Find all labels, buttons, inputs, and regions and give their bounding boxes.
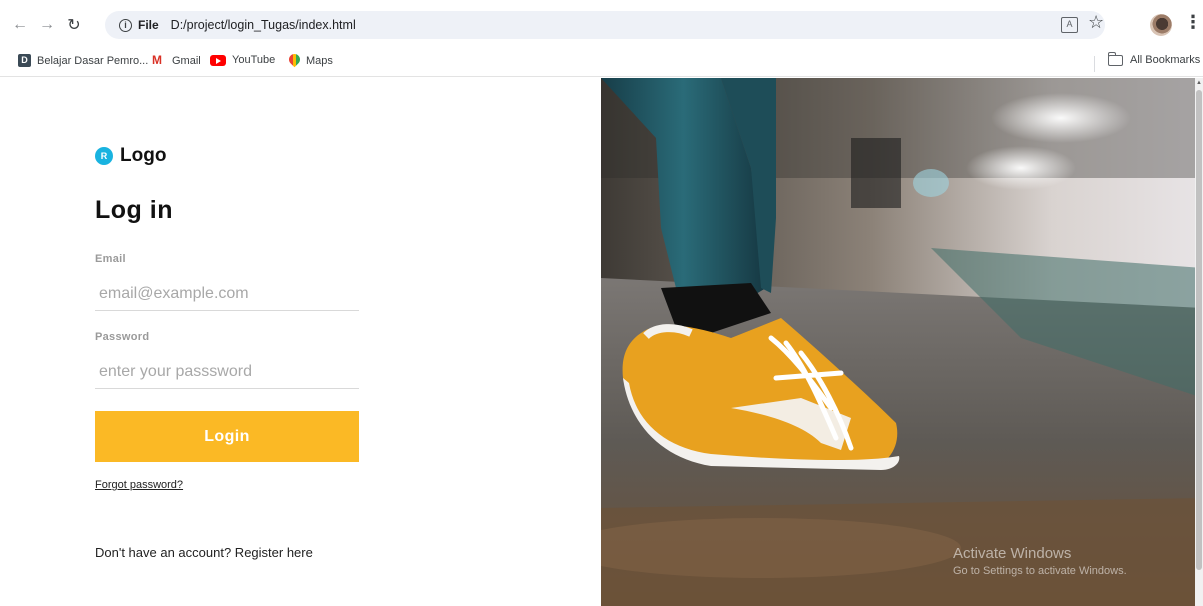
password-field[interactable] (95, 355, 359, 389)
logo-text: Logo (120, 145, 167, 166)
scroll-up-icon[interactable]: ▲ (1196, 80, 1202, 86)
back-arrow-icon[interactable]: ← (7, 12, 33, 38)
youtube-icon (210, 54, 226, 66)
email-label: Email (95, 253, 126, 265)
watermark-subtitle: Go to Settings to activate Windows. (953, 565, 1127, 577)
page-scrollbar[interactable]: ▲ (1195, 78, 1203, 606)
scroll-thumb[interactable] (1196, 90, 1202, 570)
address-bar[interactable]: i File D:/project/login_Tugas/index.html (105, 11, 1105, 39)
watermark-title: Activate Windows (953, 545, 1072, 562)
register-link[interactable]: Don't have an account? Register here (95, 545, 313, 560)
login-button[interactable]: Login (95, 411, 359, 462)
activation-watermark: Activate Windows Go to Settings to activ… (953, 545, 1127, 577)
password-label: Password (95, 331, 150, 343)
bookmarks-divider (1094, 56, 1095, 72)
email-field[interactable] (95, 277, 359, 311)
kebab-menu-icon[interactable]: ⋮ (1184, 12, 1202, 33)
gmail-icon: M (152, 53, 162, 67)
bookmarks-bar: D Belajar Dasar Pemro... M Gmail YouTube… (0, 50, 1203, 77)
bookmark-label: YouTube (232, 54, 276, 66)
logo: R Logo (95, 145, 166, 167)
forward-arrow-icon[interactable]: → (34, 12, 60, 38)
reload-icon[interactable]: ↻ (61, 12, 87, 38)
sneaker-photo (601, 78, 1203, 606)
all-bookmarks-label: All Bookmarks (1130, 54, 1201, 66)
bookmark-item-maps[interactable]: Maps (289, 54, 333, 68)
bookmark-label: Belajar Dasar Pemro... (37, 54, 149, 67)
translate-icon[interactable]: A (1061, 17, 1078, 33)
bookmark-star-icon[interactable]: ☆ (1088, 12, 1104, 33)
page-content: R Logo Log in Email Password Login Forgo… (0, 78, 1203, 606)
logo-mark-icon: R (95, 147, 113, 165)
site-chip[interactable]: File (138, 18, 159, 32)
browser-toolbar: ← → ↻ i File D:/project/login_Tugas/inde… (0, 0, 1203, 50)
forgot-password-link[interactable]: Forgot password? (95, 479, 183, 491)
bookmark-item-youtube[interactable]: YouTube (210, 54, 275, 66)
info-icon[interactable]: i (119, 18, 132, 32)
bookmark-item-dicoding[interactable]: D Belajar Dasar Pemro... (18, 54, 148, 67)
hero-image (601, 78, 1203, 606)
bookmark-label: Maps (306, 55, 333, 67)
url-text[interactable]: D:/project/login_Tugas/index.html (171, 18, 356, 32)
dicoding-icon: D (18, 54, 31, 67)
login-panel: R Logo Log in Email Password Login Forgo… (0, 78, 601, 606)
profile-avatar[interactable] (1150, 14, 1172, 36)
page-title: Log in (95, 196, 173, 224)
bookmark-item-gmail[interactable]: M Gmail (152, 54, 201, 67)
bookmark-label: Gmail (172, 54, 201, 67)
folder-icon (1108, 51, 1123, 66)
maps-icon (289, 54, 300, 68)
all-bookmarks-button[interactable]: All Bookmarks (1108, 51, 1201, 66)
